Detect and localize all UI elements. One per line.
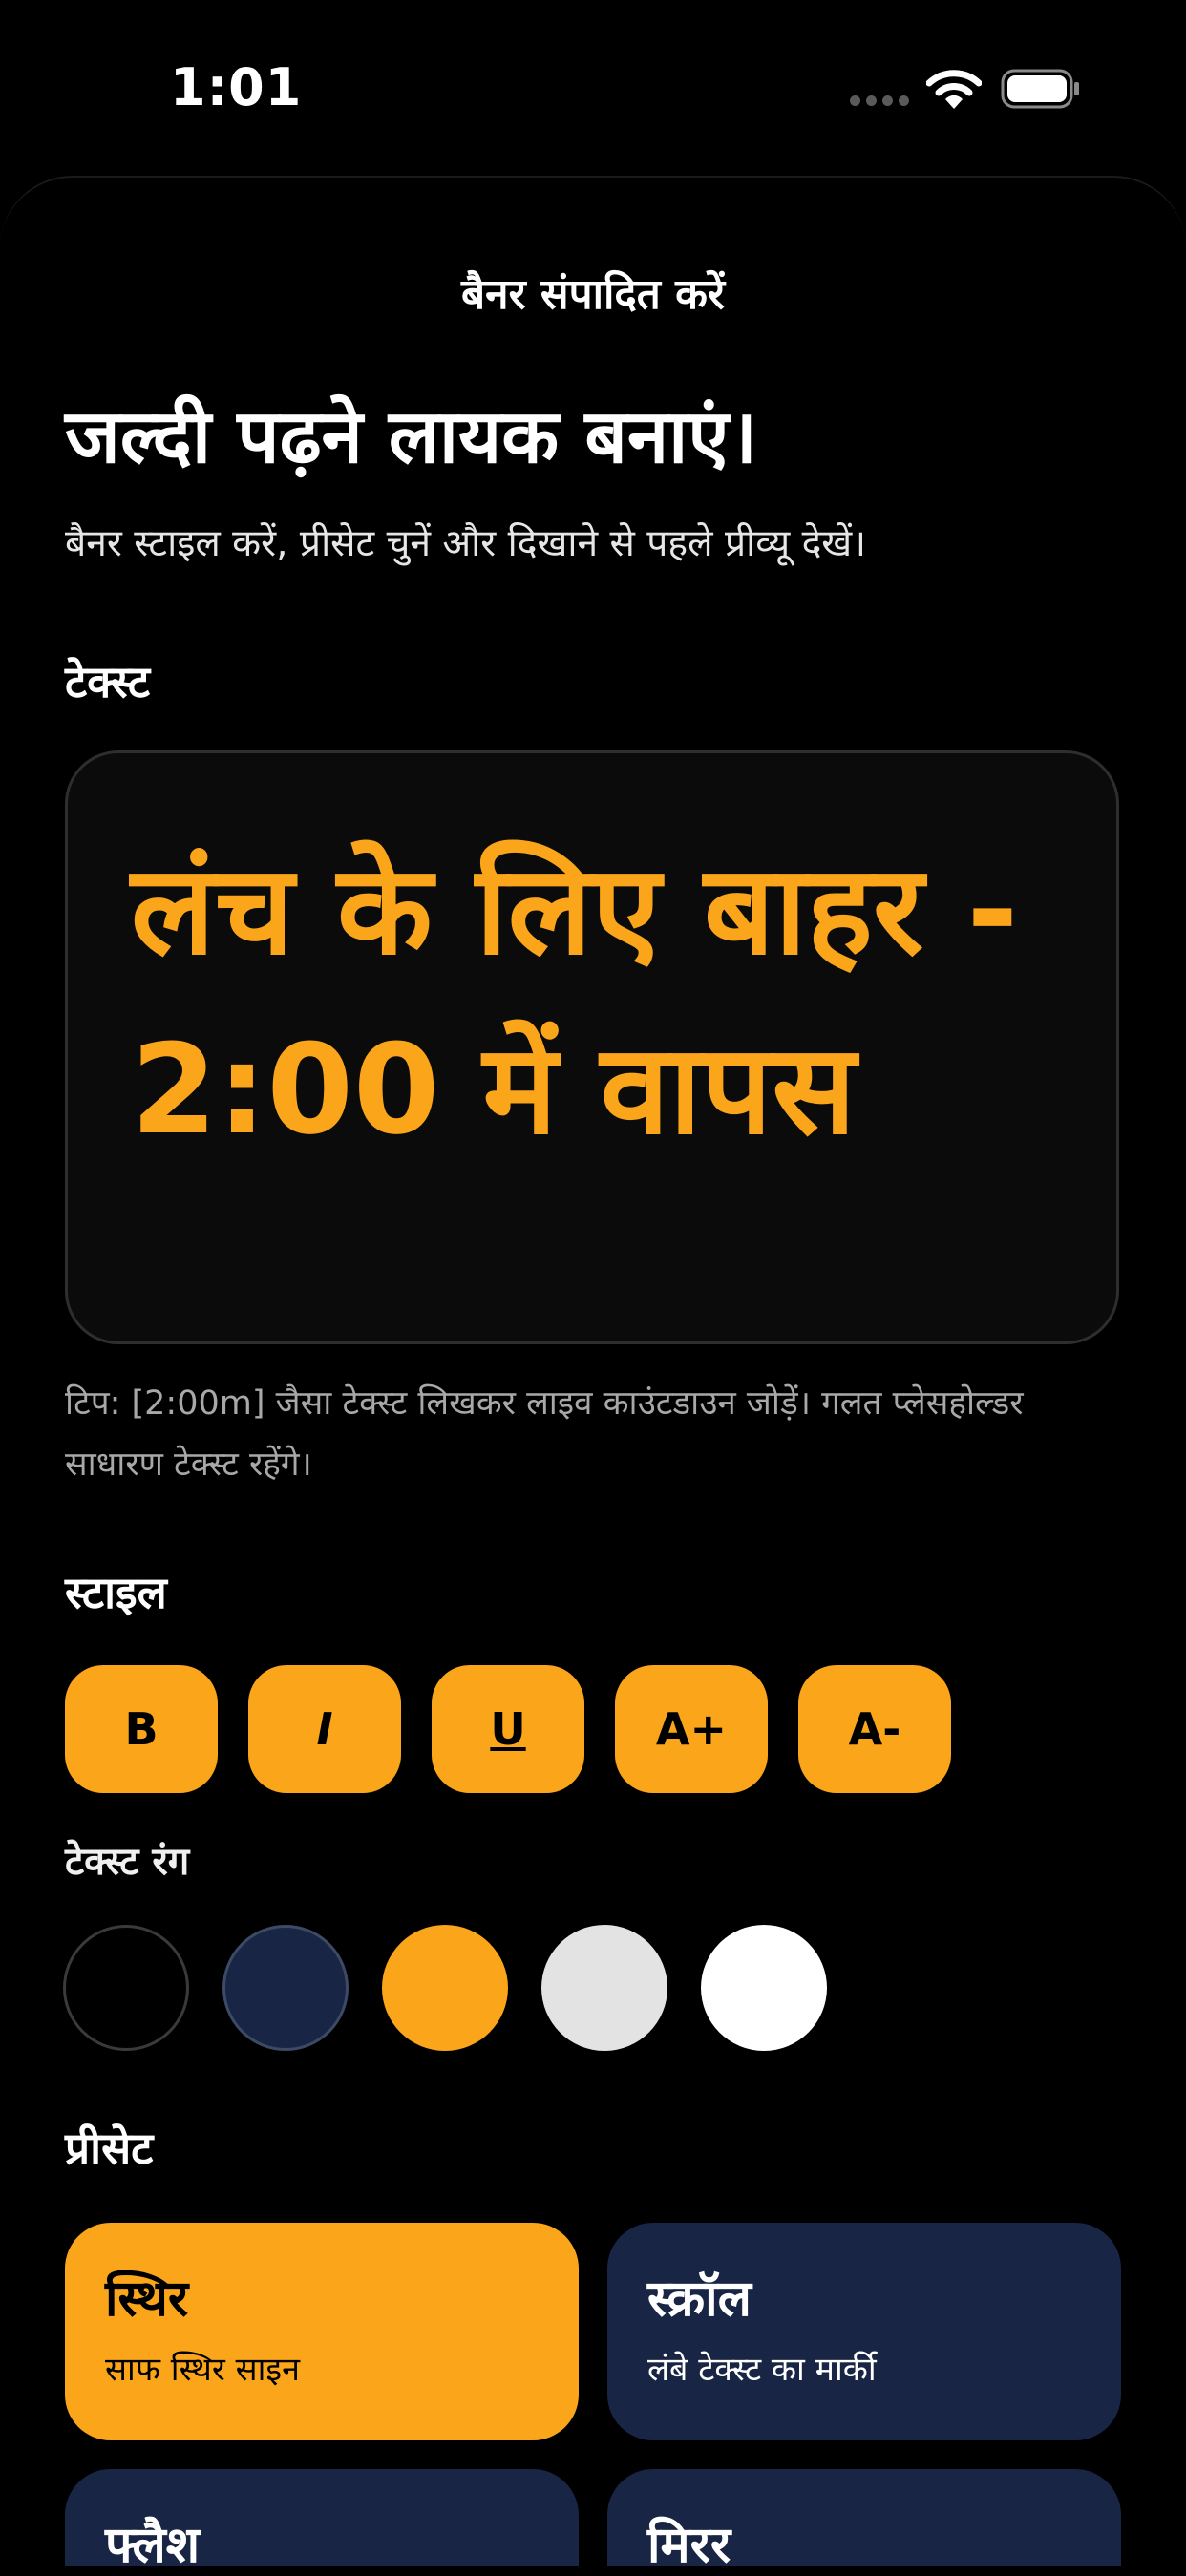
text-section-label: टेक्स्ट	[65, 656, 151, 707]
color-swatch-black[interactable]	[63, 1925, 189, 2051]
status-bar: 1:01	[0, 0, 1186, 172]
underline-button[interactable]: U	[432, 1665, 584, 1793]
sheet-title: बैनर संपादित करें	[461, 270, 725, 319]
page-headline: जल्दी पढ़ने लायक बनाएं।	[65, 394, 758, 480]
preset-card-scroll[interactable]: स्क्रॉल लंबे टेक्स्ट का मार्की	[607, 2223, 1121, 2440]
increase-size-button[interactable]: A+	[615, 1665, 768, 1793]
text-color-label: टेक्स्ट रंग	[65, 1840, 190, 1884]
wifi-icon	[926, 70, 982, 109]
preset-title: फ्लैश	[105, 2517, 201, 2574]
preset-section-label: प्रीसेट	[65, 2122, 154, 2174]
italic-button[interactable]: I	[248, 1665, 401, 1793]
battery-icon	[1001, 69, 1079, 109]
cellular-signal-icon	[850, 95, 909, 109]
color-swatch-light-gray[interactable]	[541, 1925, 667, 2051]
bold-button[interactable]: B	[65, 1665, 218, 1793]
color-swatch-orange[interactable]	[382, 1925, 508, 2051]
preset-card-mirror[interactable]: मिरर	[607, 2469, 1121, 2574]
preset-card-static[interactable]: स्थिर साफ स्थिर साइन	[65, 2223, 579, 2440]
countdown-tip: टिप: [2:00m] जैसा टेक्स्ट लिखकर लाइव काउ…	[65, 1384, 1024, 1484]
preset-title: स्थिर	[105, 2270, 189, 2328]
preset-title: स्क्रॉल	[647, 2270, 752, 2328]
color-swatch-white[interactable]	[701, 1925, 827, 2051]
page-subtitle: बैनर स्टाइल करें, प्रीसेट चुनें और दिखान…	[65, 522, 866, 565]
preset-title: मिरर	[647, 2517, 731, 2574]
banner-text-editor[interactable]: लंच के लिए बाहर - 2:00 में वापस	[65, 750, 1119, 1344]
preset-card-flash[interactable]: फ्लैश	[65, 2469, 579, 2574]
preset-subtitle: लंबे टेक्स्ट का मार्की	[647, 2351, 877, 2389]
color-swatch-navy[interactable]	[222, 1925, 349, 2051]
status-time: 1:01	[170, 57, 303, 117]
preset-subtitle: साफ स्थिर साइन	[105, 2351, 300, 2389]
banner-text-value[interactable]: लंच के लिए बाहर - 2:00 में वापस	[131, 820, 1076, 1179]
decrease-size-button[interactable]: A-	[798, 1665, 951, 1793]
style-section-label: स्टाइल	[65, 1567, 167, 1618]
